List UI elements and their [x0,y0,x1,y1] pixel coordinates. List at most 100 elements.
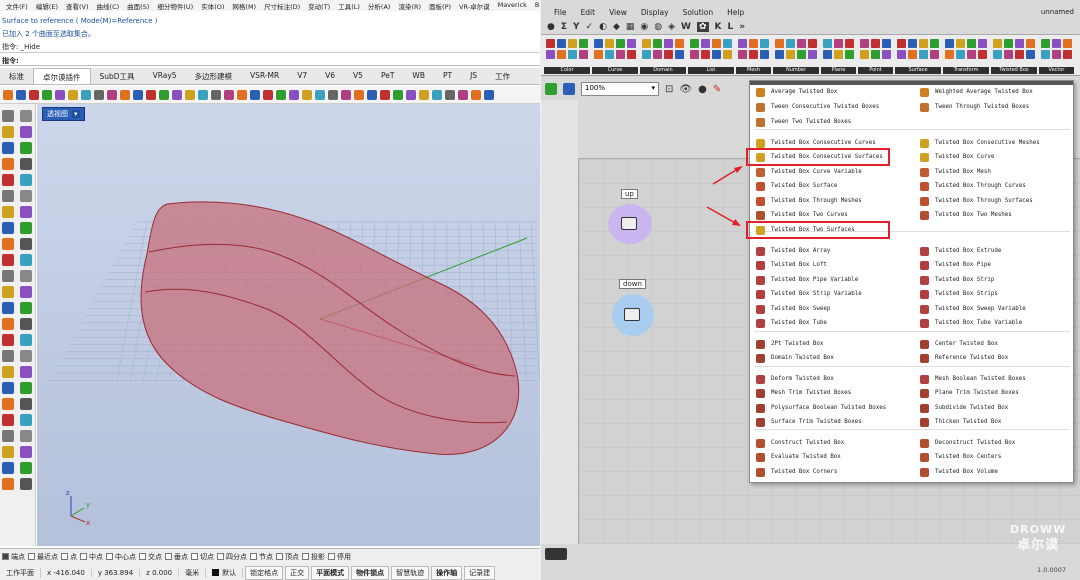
ribbon-group-label[interactable]: Vector [1039,67,1074,74]
tool-icon[interactable] [2,126,14,138]
toolbar-tool-icon[interactable] [120,89,130,100]
component-icon[interactable] [775,39,784,48]
osnap-toggle[interactable]: 停用 [328,552,351,561]
gh-menu-item[interactable]: Help [720,8,751,17]
toolbar-tool-icon[interactable] [94,89,104,100]
checkbox[interactable] [80,553,87,560]
tool-icon[interactable] [20,430,32,442]
gh-tab-ladybug-icon[interactable]: L [728,22,734,32]
toolbar-tool-icon[interactable] [16,89,26,100]
toolbar-tool-icon[interactable] [172,89,182,100]
component-icon[interactable] [642,39,651,48]
component-icon[interactable] [760,50,769,59]
menu-item[interactable]: Domain Twisted Box [756,352,834,364]
toolbar-tool-icon[interactable] [81,89,91,100]
component-icon[interactable] [701,39,710,48]
menu-item[interactable]: Twisted Box Through Surfaces [920,195,1033,207]
component-icon[interactable] [605,39,614,48]
tool-icon[interactable] [20,110,32,122]
toolbar-tab[interactable]: 多边形建模 [186,68,242,84]
component-icon[interactable] [546,50,555,59]
component-icon[interactable] [882,50,891,59]
component-icon[interactable] [834,39,843,48]
toolbar-tool-icon[interactable] [484,89,494,100]
toolbar-tool-icon[interactable] [432,89,442,100]
component-icon[interactable] [1052,39,1061,48]
toolbar-tab[interactable]: 卓尔谟插件 [33,68,91,84]
component-icon[interactable] [749,50,758,59]
component-icon[interactable] [845,50,854,59]
component-icon[interactable] [897,39,906,48]
status-toggle-button[interactable]: 正交 [285,566,310,580]
tool-icon[interactable] [20,350,32,362]
menu-item[interactable]: Twisted Box Tube [756,317,827,329]
toolbar-tool-icon[interactable] [367,89,377,100]
component-icon[interactable] [775,50,784,59]
command-input[interactable]: 指令: [0,52,540,66]
menu-item[interactable]: Twisted Box Pipe [920,259,991,271]
component-icon[interactable] [1063,50,1072,59]
menu-item[interactable]: Average Twisted Box [756,86,837,98]
status-toggle-button[interactable]: 记录建 [464,566,496,580]
menu-item[interactable]: Twisted Box Array [756,245,830,257]
tool-icon[interactable] [2,174,14,186]
gh-tab-vector-icon[interactable]: ✓ [586,22,594,32]
osnap-toggle[interactable]: 投影 [302,552,325,561]
ribbon-group-label[interactable]: Point [858,67,893,74]
toolbar-tool-icon[interactable] [471,89,481,100]
tool-icon[interactable] [20,206,32,218]
sketch-pen-icon[interactable]: ✎ [713,84,721,95]
toolbar-tab[interactable]: PT [434,68,461,84]
component-icon[interactable] [690,50,699,59]
menu-item[interactable]: 网格(M) [228,0,260,11]
toolbar-tool-icon[interactable] [107,89,117,100]
tool-icon[interactable] [2,286,14,298]
menu-item[interactable]: Evaluate Twisted Box [756,451,841,463]
menu-item[interactable]: Twisted Box Through Curves [920,180,1026,192]
component-icon[interactable] [860,39,869,48]
toolbar-tool-icon[interactable] [289,89,299,100]
component-icon[interactable] [568,39,577,48]
component-icon[interactable] [675,39,684,48]
osnap-toggle[interactable]: 节点 [250,552,273,561]
status-toggle-icon[interactable] [545,548,567,560]
component-icon[interactable] [1004,39,1013,48]
component-icon[interactable] [1026,50,1035,59]
tool-icon[interactable] [2,110,14,122]
tool-icon[interactable] [2,158,14,170]
menu-item[interactable]: 面板(P) [425,0,455,11]
gh-tab-surface-icon[interactable]: ◆ [613,22,620,32]
menu-item[interactable]: Twisted Box Two Curves [756,209,848,221]
osnap-toggle[interactable]: 垂点 [165,552,188,561]
component-icon[interactable] [967,39,976,48]
component-icon[interactable] [1015,39,1024,48]
gh-menu-item[interactable]: Solution [676,8,721,17]
gh-tab-pufferfish-icon[interactable]: ✿ [696,21,709,32]
menu-item[interactable]: Mesh Trim Twisted Boxes [756,387,851,399]
checkbox[interactable] [139,553,146,560]
component-icon[interactable] [871,50,880,59]
tool-icon[interactable] [2,478,14,490]
gh-tab-more-icon[interactable]: » [739,22,745,32]
toolbar-tool-icon[interactable] [354,89,364,100]
menu-item[interactable]: Thicken Twisted Box [920,416,1001,428]
component-icon[interactable] [1015,50,1024,59]
menu-item[interactable]: 曲面(S) [123,0,153,11]
menu-item[interactable]: Twisted Box Pipe Variable [756,274,858,286]
tool-icon[interactable] [20,190,32,202]
status-toggle-button[interactable]: 锁定格点 [245,566,284,580]
tool-icon[interactable] [2,318,14,330]
menu-item[interactable]: Twisted Box Curve Variable [756,166,862,178]
component-icon[interactable] [919,39,928,48]
tool-icon[interactable] [2,414,14,426]
toolbar-tab[interactable]: VRay5 [144,68,186,84]
component-icon[interactable] [908,50,917,59]
component-icon[interactable] [786,50,795,59]
menu-item[interactable]: Twisted Box Surface [756,180,837,192]
osnap-toggle[interactable]: 交点 [139,552,162,561]
menu-item[interactable]: 文件(F) [2,0,32,11]
component-icon[interactable] [945,50,954,59]
gh-menu-item[interactable]: File [547,8,574,17]
component-icon[interactable] [786,39,795,48]
toolbar-tool-icon[interactable] [328,89,338,100]
